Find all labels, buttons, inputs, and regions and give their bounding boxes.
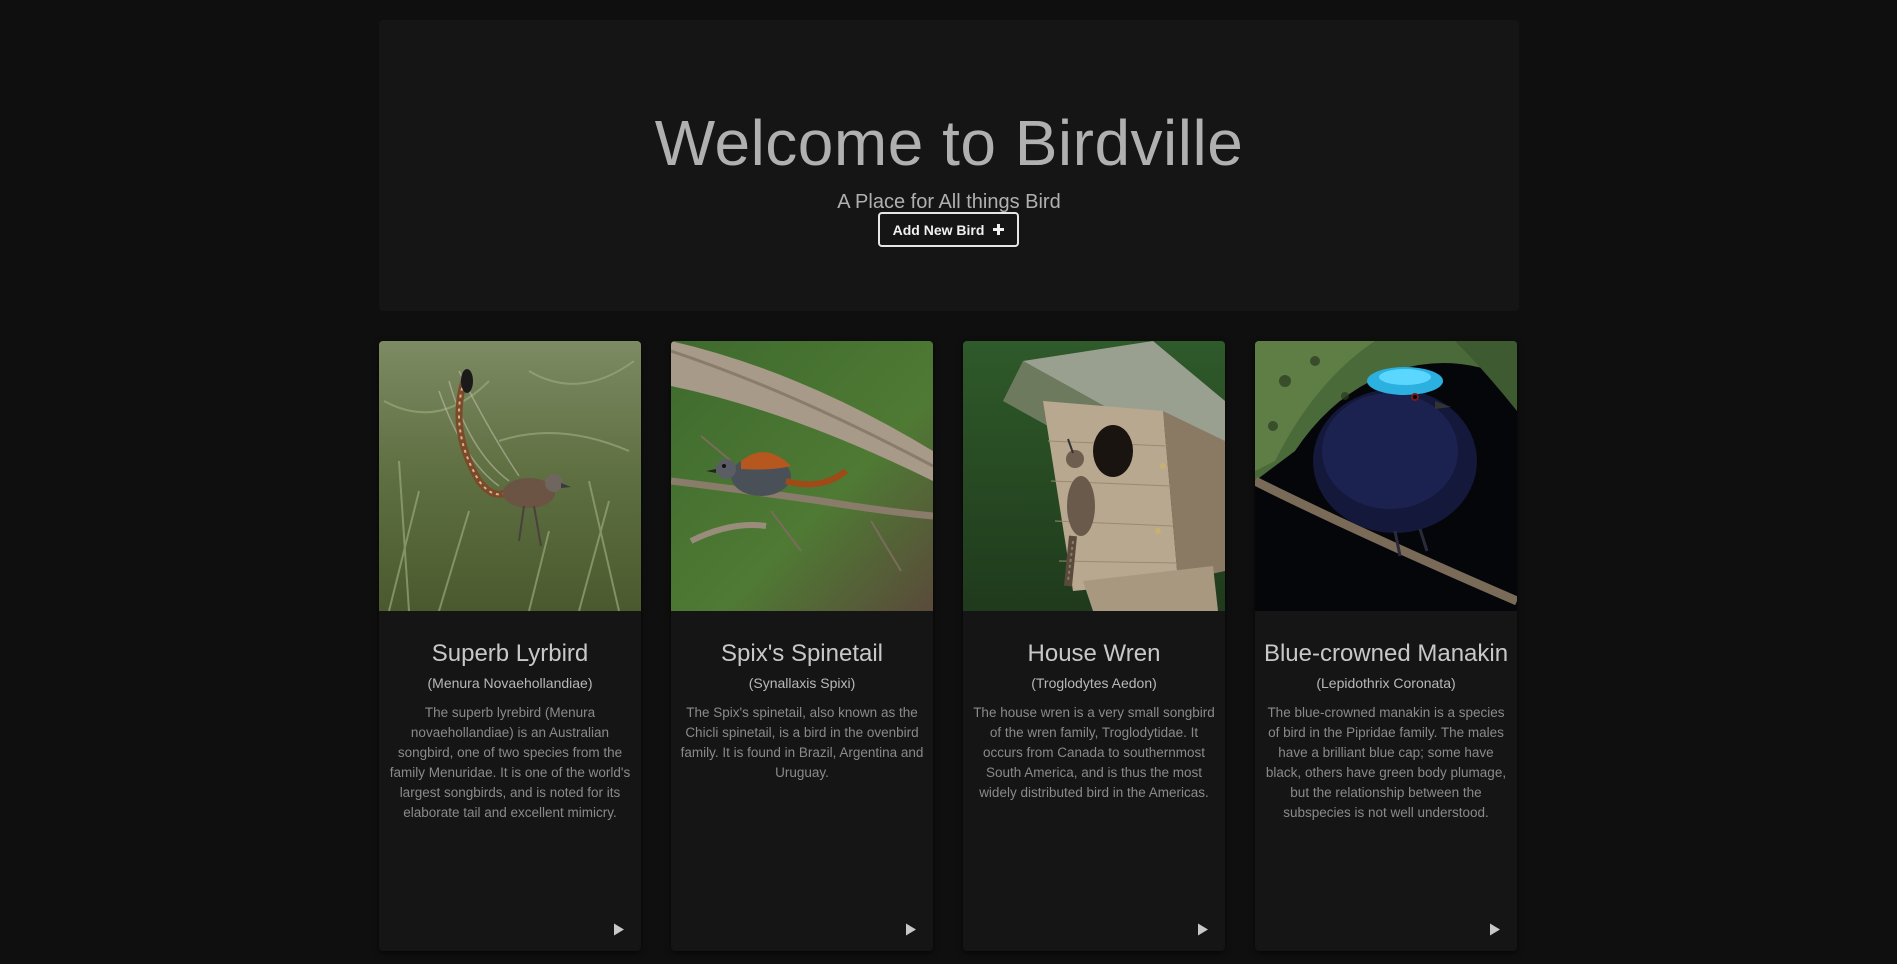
bird-card: Superb Lyrbird (Menura Novaehollandiae) … bbox=[379, 341, 641, 951]
bird-photo-manakin bbox=[1255, 341, 1517, 611]
plus-icon bbox=[993, 221, 1005, 238]
bird-photo-spinetail bbox=[671, 341, 933, 611]
bird-name: Superb Lyrbird bbox=[431, 640, 589, 667]
play-icon[interactable] bbox=[1485, 919, 1505, 939]
page-subtitle: A Place for All things Bird bbox=[837, 191, 1061, 213]
bird-name: Spix's Spinetail bbox=[721, 640, 883, 667]
play-icon[interactable] bbox=[1193, 919, 1213, 939]
bird-card: Blue-crowned Manakin (Lepidothrix Corona… bbox=[1255, 341, 1517, 951]
bird-scientific-name: (Lepidothrix Coronata) bbox=[1316, 675, 1456, 691]
bird-description: The superb lyrebird (Menura novaeholland… bbox=[389, 705, 631, 820]
bird-name: Blue-crowned Manakin bbox=[1263, 640, 1509, 667]
bird-photo-lyrebird bbox=[379, 341, 641, 611]
bird-photo-house-wren bbox=[963, 341, 1225, 611]
play-icon[interactable] bbox=[609, 919, 629, 939]
add-new-bird-button[interactable]: Add New Bird bbox=[878, 212, 1019, 247]
bird-description: The house wren is a very small songbird … bbox=[973, 705, 1215, 800]
page-title: Welcome to Birdville bbox=[654, 107, 1244, 179]
bird-card: House Wren (Troglodytes Aedon) The house… bbox=[963, 341, 1225, 951]
bird-description: The blue-crowned manakin is a species of… bbox=[1265, 705, 1507, 820]
bird-name: House Wren bbox=[1027, 640, 1161, 667]
bird-scientific-name: (Menura Novaehollandiae) bbox=[427, 675, 593, 691]
bird-description: The Spix's spinetail, also known as the … bbox=[680, 705, 924, 780]
hero-jumbotron: Welcome to Birdville A Place for All thi… bbox=[379, 20, 1519, 311]
bird-scientific-name: (Synallaxis Spixi) bbox=[748, 675, 856, 691]
add-new-bird-label: Add New Bird bbox=[892, 221, 985, 238]
bird-card: Spix's Spinetail (Synallaxis Spixi) The … bbox=[671, 341, 933, 951]
bird-scientific-name: (Troglodytes Aedon) bbox=[1031, 675, 1157, 691]
play-icon[interactable] bbox=[901, 919, 921, 939]
